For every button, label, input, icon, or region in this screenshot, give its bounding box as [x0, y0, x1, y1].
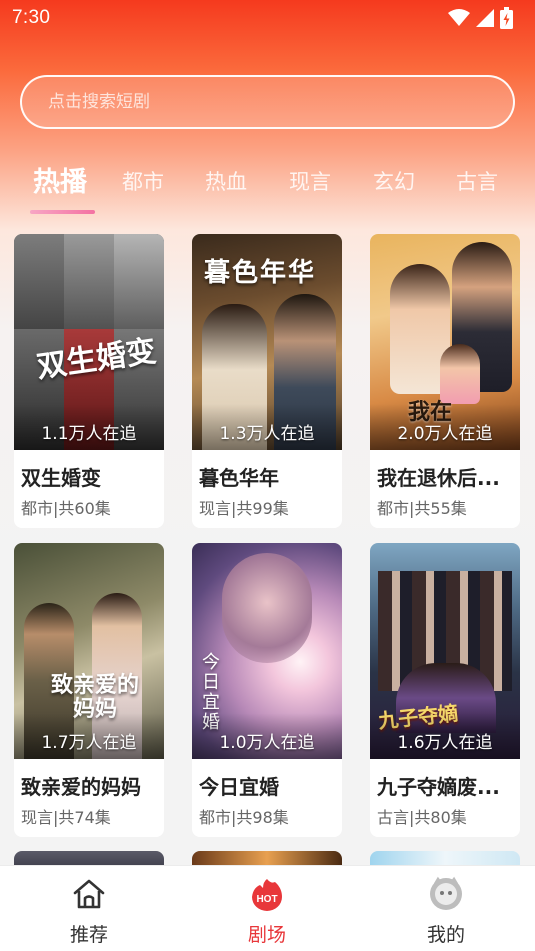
tab-historical-romance[interactable]: 古言 [456, 166, 498, 196]
cellular-signal-icon [476, 9, 494, 27]
drama-meta: 都市|共60集 [21, 499, 111, 518]
drama-poster: 致亲爱的妈妈 1.7万人在追 [14, 543, 164, 759]
drama-title: 双生婚变 [21, 466, 101, 490]
drama-card[interactable]: 暮色年华 1.3万人在追 暮色华年 现言|共99集 [192, 234, 342, 528]
search-input[interactable] [48, 92, 468, 112]
tab-urban[interactable]: 都市 [122, 166, 164, 196]
drama-meta: 都市|共55集 [377, 499, 467, 518]
drama-poster: 今日宜婚 1.0万人在追 [192, 543, 342, 759]
hot-badge-text: HOT [256, 894, 277, 905]
nav-profile[interactable]: 我的 [396, 876, 496, 951]
tab-action[interactable]: 热血 [205, 166, 247, 196]
status-bar: 7:30 [0, 0, 535, 36]
search-bar[interactable] [20, 75, 515, 129]
drama-title: 九子夺嫡废... [377, 775, 500, 799]
drama-title: 今日宜婚 [199, 775, 279, 799]
tab-hot[interactable]: 热播 [33, 160, 87, 199]
follower-count: 1.1万人在追 [41, 424, 137, 444]
status-icons [448, 7, 513, 29]
profile-face-icon [430, 876, 462, 910]
home-icon [73, 879, 105, 909]
drama-poster: 双生婚变 1.1万人在追 [14, 234, 164, 450]
drama-card[interactable]: 今日宜婚 1.0万人在追 今日宜婚 都市|共98集 [192, 543, 342, 837]
drama-meta: 现言|共99集 [199, 499, 289, 518]
active-tab-indicator [30, 210, 95, 214]
nav-recommend-label: 推荐 [69, 924, 108, 946]
bottom-navigation: 推荐 HOT 剧场 我的 [0, 865, 535, 951]
drama-meta: 古言|共80集 [377, 808, 467, 827]
drama-meta: 都市|共98集 [199, 808, 289, 827]
drama-poster: 九子夺嫡 1.6万人在追 [370, 543, 520, 759]
follower-count: 1.0万人在追 [219, 733, 315, 753]
hot-theater-icon: HOT [252, 879, 282, 911]
nav-profile-label: 我的 [426, 924, 465, 946]
category-tabs: 热播 都市 热血 现言 玄幻 古言 [0, 160, 535, 220]
drama-card[interactable]: 九子夺嫡 1.6万人在追 九子夺嫡废... 古言|共80集 [370, 543, 520, 837]
follower-count: 2.0万人在追 [397, 424, 493, 444]
nav-theater-label: 剧场 [247, 924, 286, 946]
drama-card[interactable]: 致亲爱的妈妈 1.7万人在追 致亲爱的妈妈 现言|共74集 [14, 543, 164, 837]
drama-poster: 我在 2.0万人在追 [370, 234, 520, 450]
drama-title: 致亲爱的妈妈 [21, 775, 141, 799]
status-time: 7:30 [12, 7, 51, 28]
drama-meta: 现言|共74集 [21, 808, 111, 827]
tab-modern-romance[interactable]: 现言 [289, 166, 331, 196]
follower-count: 1.3万人在追 [219, 424, 315, 444]
drama-title: 我在退休后... [377, 466, 500, 490]
follower-count: 1.6万人在追 [397, 733, 493, 753]
drama-card[interactable]: 我在 2.0万人在追 我在退休后... 都市|共55集 [370, 234, 520, 528]
follower-count: 1.7万人在追 [41, 733, 137, 753]
wifi-icon [448, 9, 470, 26]
drama-card[interactable]: 双生婚变 1.1万人在追 双生婚变 都市|共60集 [14, 234, 164, 528]
tab-fantasy[interactable]: 玄幻 [373, 166, 415, 196]
drama-title: 暮色华年 [199, 466, 279, 490]
poster-title-text: 暮色年华 [204, 258, 317, 288]
nav-theater[interactable]: HOT 剧场 [217, 876, 317, 951]
battery-charging-icon [500, 7, 513, 29]
nav-recommend[interactable]: 推荐 [39, 876, 139, 951]
drama-poster: 暮色年华 1.3万人在追 [192, 234, 342, 450]
